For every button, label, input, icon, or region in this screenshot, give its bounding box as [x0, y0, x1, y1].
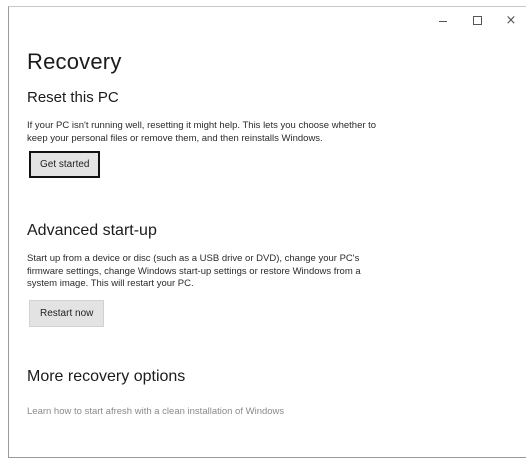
maximize-icon: [472, 15, 482, 25]
get-started-button[interactable]: Get started: [29, 151, 101, 179]
clean-install-link[interactable]: Learn how to start afresh with a clean i…: [27, 406, 284, 417]
title-bar: ×: [426, 7, 526, 37]
close-icon: ×: [505, 12, 517, 28]
settings-window: × Recovery Reset this PC If your PC isn'…: [8, 6, 526, 458]
reset-section: Reset this PC If your PC isn't running w…: [27, 89, 487, 179]
minimize-icon: [439, 20, 447, 22]
maximize-button[interactable]: [460, 7, 494, 33]
more-recovery-heading: More recovery options: [27, 367, 186, 385]
advanced-startup-heading: Advanced start-up: [27, 222, 157, 240]
recovery-content: Recovery Reset this PC If your PC isn't …: [27, 49, 487, 419]
reset-heading: Reset this PC: [27, 89, 119, 106]
minimize-button[interactable]: [426, 7, 460, 33]
advanced-startup-section: Advanced start-up Start up from a device…: [27, 222, 487, 327]
close-button[interactable]: ×: [494, 7, 526, 33]
page-title: Recovery: [27, 49, 122, 74]
restart-now-button[interactable]: Restart now: [29, 299, 105, 327]
more-recovery-section: More recovery options Learn how to start…: [27, 368, 487, 419]
advanced-startup-description: Start up from a device or disc (such as …: [27, 253, 361, 290]
reset-description: If your PC isn't running well, resetting…: [27, 120, 377, 144]
